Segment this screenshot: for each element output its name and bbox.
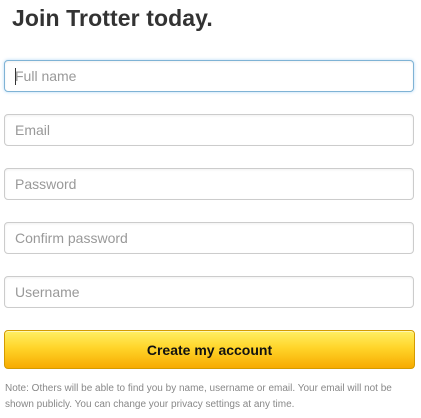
create-account-button[interactable]: Create my account bbox=[4, 330, 415, 369]
signup-form: Join Trotter today. Create my account No… bbox=[0, 0, 421, 418]
email-input[interactable] bbox=[5, 115, 413, 145]
username-input[interactable] bbox=[5, 277, 413, 307]
text-caret bbox=[15, 68, 16, 85]
password-input[interactable] bbox=[5, 169, 413, 199]
username-field[interactable] bbox=[4, 276, 414, 308]
confirm-password-input[interactable] bbox=[5, 223, 413, 253]
confirm-password-field[interactable] bbox=[4, 222, 414, 254]
page-title: Join Trotter today. bbox=[12, 5, 213, 31]
email-field[interactable] bbox=[4, 114, 414, 146]
full-name-field[interactable] bbox=[4, 60, 414, 92]
full-name-input[interactable] bbox=[5, 61, 413, 91]
password-field[interactable] bbox=[4, 168, 414, 200]
privacy-note: Note: Others will be able to find you by… bbox=[5, 383, 392, 410]
